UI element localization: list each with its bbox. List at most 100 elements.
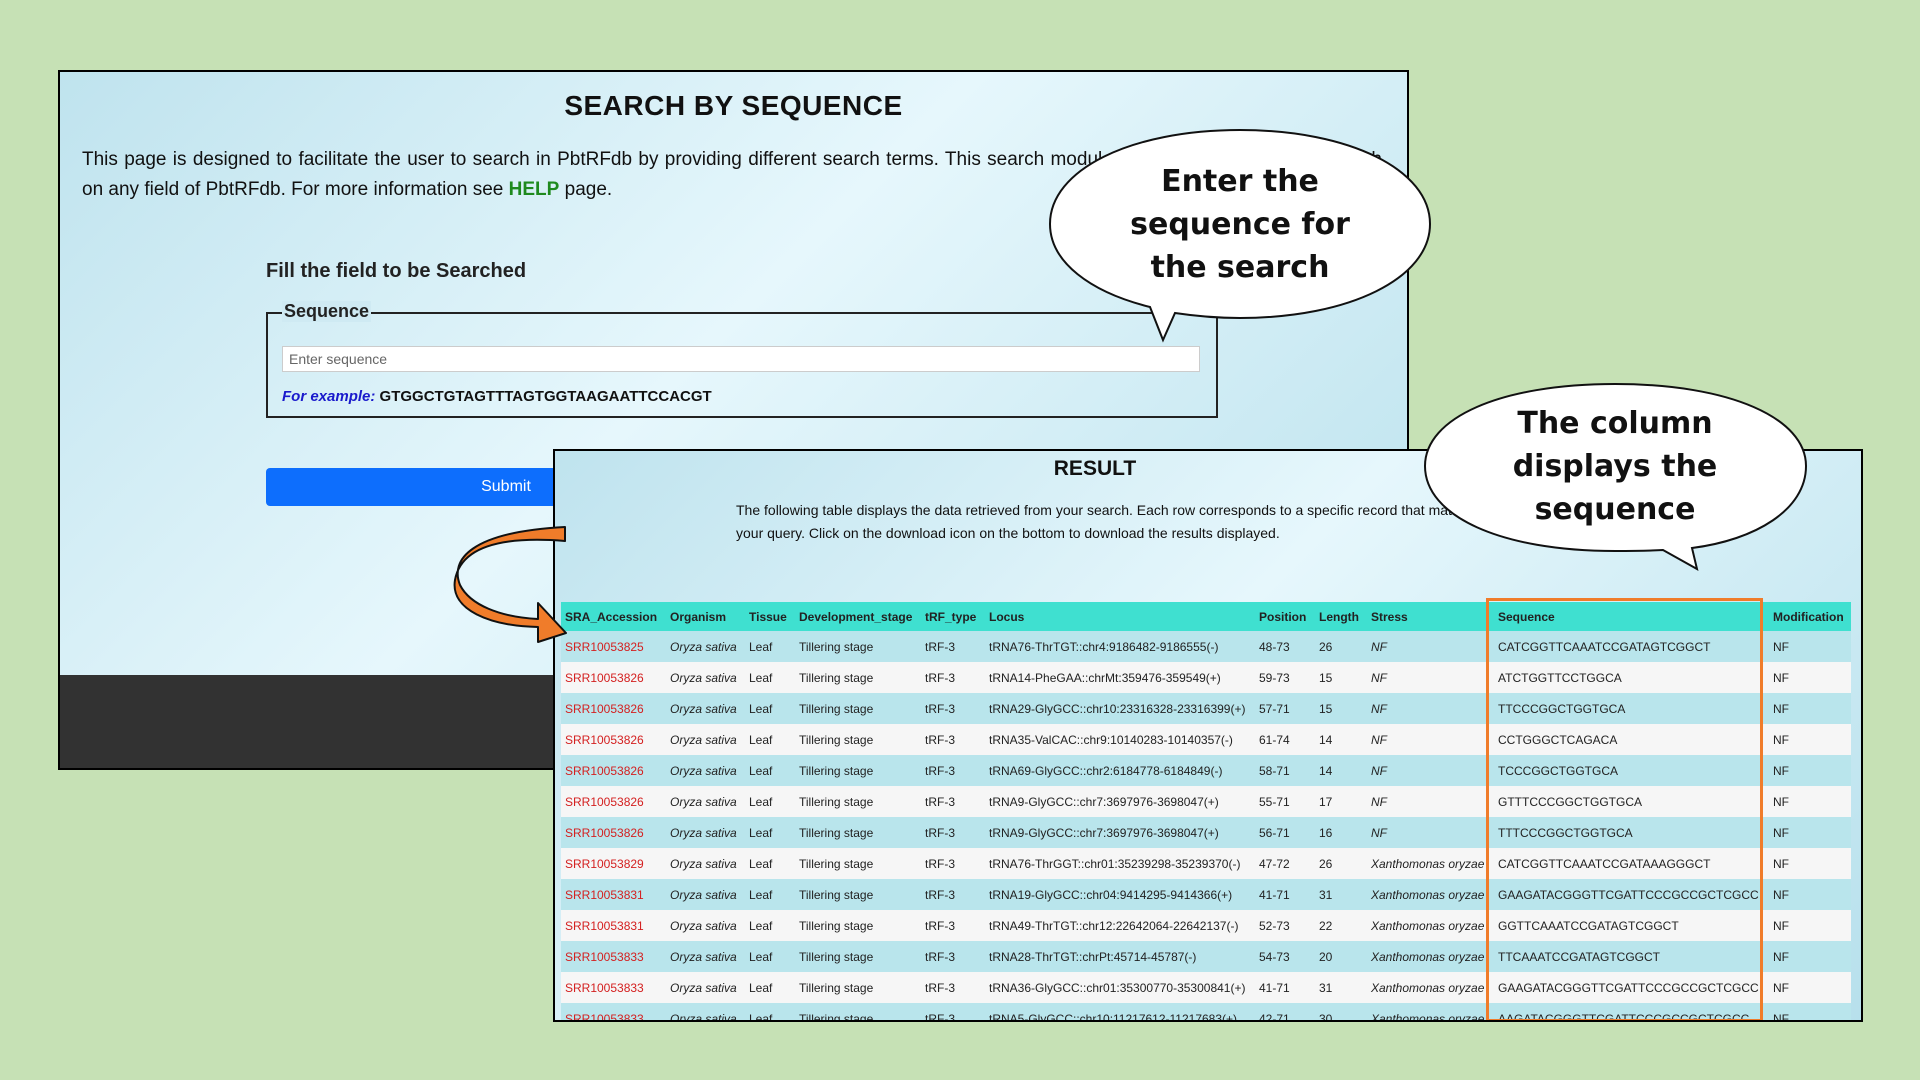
cell-length: 30: [1315, 1003, 1367, 1020]
table-row: SRR10053826 Oryza sativa Leaf Tillering sta…: [561, 662, 1851, 693]
cell-trf-type: tRF-3: [921, 693, 985, 724]
sra-accession-link[interactable]: SRR10053826: [561, 724, 666, 755]
cell-stress: Xanthomonas oryzae: [1367, 848, 1494, 879]
cell-modification: NF: [1769, 662, 1851, 693]
cell-trf-type: tRF-3: [921, 662, 985, 693]
cell-tissue: Leaf: [745, 848, 795, 879]
cell-tissue: Leaf: [745, 786, 795, 817]
sra-accession-link[interactable]: SRR10053826: [561, 786, 666, 817]
cell-locus: tRNA9-GlyGCC::chr7:3697976-3698047(+): [985, 817, 1255, 848]
cell-trf-type: tRF-3: [921, 879, 985, 910]
column-header-sra-accession[interactable]: SRA_Accession: [561, 602, 666, 631]
cell-sequence: GAAGATACGGGTTCGATTCCCGCCGCTCGCC: [1494, 972, 1769, 1003]
column-header-sequence[interactable]: Sequence: [1494, 602, 1769, 631]
cell-modification: NF: [1769, 1003, 1851, 1020]
example-value: GTGGCTGTAGTTTAGTGGTAAGAATTCCACGT: [379, 388, 712, 405]
cell-locus: tRNA69-GlyGCC::chr2:6184778-6184849(-): [985, 755, 1255, 786]
help-link[interactable]: HELP: [509, 179, 560, 200]
cell-sequence: GGTTCAAATCCGATAGTCGGCT: [1494, 910, 1769, 941]
table-row: SRR10053826 Oryza sativa Leaf Tillering sta…: [561, 724, 1851, 755]
cell-position: 57-71: [1255, 693, 1315, 724]
fill-field-label: Fill the field to be Searched: [266, 260, 527, 282]
column-header-tissue[interactable]: Tissue: [745, 602, 795, 631]
cell-organism: Oryza sativa: [666, 817, 745, 848]
cell-position: 41-71: [1255, 879, 1315, 910]
column-header-stress[interactable]: Stress: [1367, 602, 1494, 631]
cell-length: 17: [1315, 786, 1367, 817]
cell-stress: NF: [1367, 631, 1494, 662]
cell-modification: NF: [1769, 786, 1851, 817]
cell-length: 22: [1315, 910, 1367, 941]
table-row: SRR10053831 Oryza sativa Leaf Tillering sta…: [561, 879, 1851, 910]
cell-locus: tRNA28-ThrTGT::chrPt:45714-45787(-): [985, 941, 1255, 972]
column-header-position[interactable]: Position: [1255, 602, 1315, 631]
sra-accession-link[interactable]: SRR10053833: [561, 972, 666, 1003]
cell-length: 15: [1315, 693, 1367, 724]
callout-text-1: Enter the sequence for the search: [1050, 160, 1430, 289]
table-row: SRR10053829 Oryza sativa Leaf Tillering sta…: [561, 848, 1851, 879]
callout-1-line-2: sequence for: [1130, 207, 1350, 242]
sequence-input[interactable]: [282, 346, 1200, 372]
sra-accession-link[interactable]: SRR10053826: [561, 817, 666, 848]
cell-stress: NF: [1367, 755, 1494, 786]
cell-position: 54-73: [1255, 941, 1315, 972]
cell-tissue: Leaf: [745, 724, 795, 755]
sra-accession-link[interactable]: SRR10053826: [561, 693, 666, 724]
cell-locus: tRNA35-ValCAC::chr9:10140283-10140357(-): [985, 724, 1255, 755]
cell-position: 55-71: [1255, 786, 1315, 817]
cell-length: 31: [1315, 879, 1367, 910]
sra-accession-link[interactable]: SRR10053831: [561, 910, 666, 941]
cell-organism: Oryza sativa: [666, 879, 745, 910]
sra-accession-link[interactable]: SRR10053826: [561, 755, 666, 786]
column-header-trf-type[interactable]: tRF_type: [921, 602, 985, 631]
sra-accession-link[interactable]: SRR10053831: [561, 879, 666, 910]
cell-tissue: Leaf: [745, 1003, 795, 1020]
column-header-organism[interactable]: Organism: [666, 602, 745, 631]
cell-modification: NF: [1769, 755, 1851, 786]
cell-organism: Oryza sativa: [666, 724, 745, 755]
sequence-legend: Sequence: [282, 301, 372, 322]
cell-stress: Xanthomonas oryzae: [1367, 941, 1494, 972]
cell-locus: tRNA5-GlyGCC::chr10:11217612-11217683(+): [985, 1003, 1255, 1020]
cell-tissue: Leaf: [745, 879, 795, 910]
cell-tissue: Leaf: [745, 755, 795, 786]
cell-locus: tRNA19-GlyGCC::chr04:9414295-9414366(+): [985, 879, 1255, 910]
cell-trf-type: tRF-3: [921, 910, 985, 941]
cell-modification: NF: [1769, 817, 1851, 848]
sra-accession-link[interactable]: SRR10053833: [561, 1003, 666, 1020]
example-line: For example: GTGGCTGTAGTTTAGTGGTAAGAATTC…: [282, 388, 712, 405]
cell-position: 56-71: [1255, 817, 1315, 848]
sra-accession-link[interactable]: SRR10053833: [561, 941, 666, 972]
cell-organism: Oryza sativa: [666, 693, 745, 724]
page-title: SEARCH BY SEQUENCE: [564, 90, 903, 121]
cell-length: 16: [1315, 817, 1367, 848]
cell-position: 52-73: [1255, 910, 1315, 941]
sra-accession-link[interactable]: SRR10053826: [561, 662, 666, 693]
result-panel: RESULT The following table displays the …: [553, 449, 1863, 1022]
cell-development-stage: Tillering stage: [795, 662, 921, 693]
cell-trf-type: tRF-3: [921, 941, 985, 972]
cell-length: 31: [1315, 972, 1367, 1003]
cell-stress: Xanthomonas oryzae: [1367, 879, 1494, 910]
sra-accession-link[interactable]: SRR10053825: [561, 631, 666, 662]
cell-development-stage: Tillering stage: [795, 910, 921, 941]
cell-development-stage: Tillering stage: [795, 724, 921, 755]
column-header-length[interactable]: Length: [1315, 602, 1367, 631]
cell-tissue: Leaf: [745, 631, 795, 662]
sra-accession-link[interactable]: SRR10053829: [561, 848, 666, 879]
cell-tissue: Leaf: [745, 941, 795, 972]
cell-development-stage: Tillering stage: [795, 631, 921, 662]
callout-2-line-2: displays the: [1512, 449, 1718, 484]
cell-length: 14: [1315, 724, 1367, 755]
column-header-modification[interactable]: Modification: [1769, 602, 1851, 631]
result-table: SRA_Accession Organism Tissue Development_s…: [561, 602, 1851, 1020]
cell-development-stage: Tillering stage: [795, 848, 921, 879]
cell-sequence: TTCCCGGCTGGTGCA: [1494, 693, 1769, 724]
column-header-development-stage[interactable]: Development_stage: [795, 602, 921, 631]
cell-sequence: GAAGATACGGGTTCGATTCCCGCCGCTCGCC: [1494, 879, 1769, 910]
column-header-locus[interactable]: Locus: [985, 602, 1255, 631]
cell-position: 59-73: [1255, 662, 1315, 693]
cell-trf-type: tRF-3: [921, 817, 985, 848]
cell-modification: NF: [1769, 631, 1851, 662]
cell-trf-type: tRF-3: [921, 848, 985, 879]
